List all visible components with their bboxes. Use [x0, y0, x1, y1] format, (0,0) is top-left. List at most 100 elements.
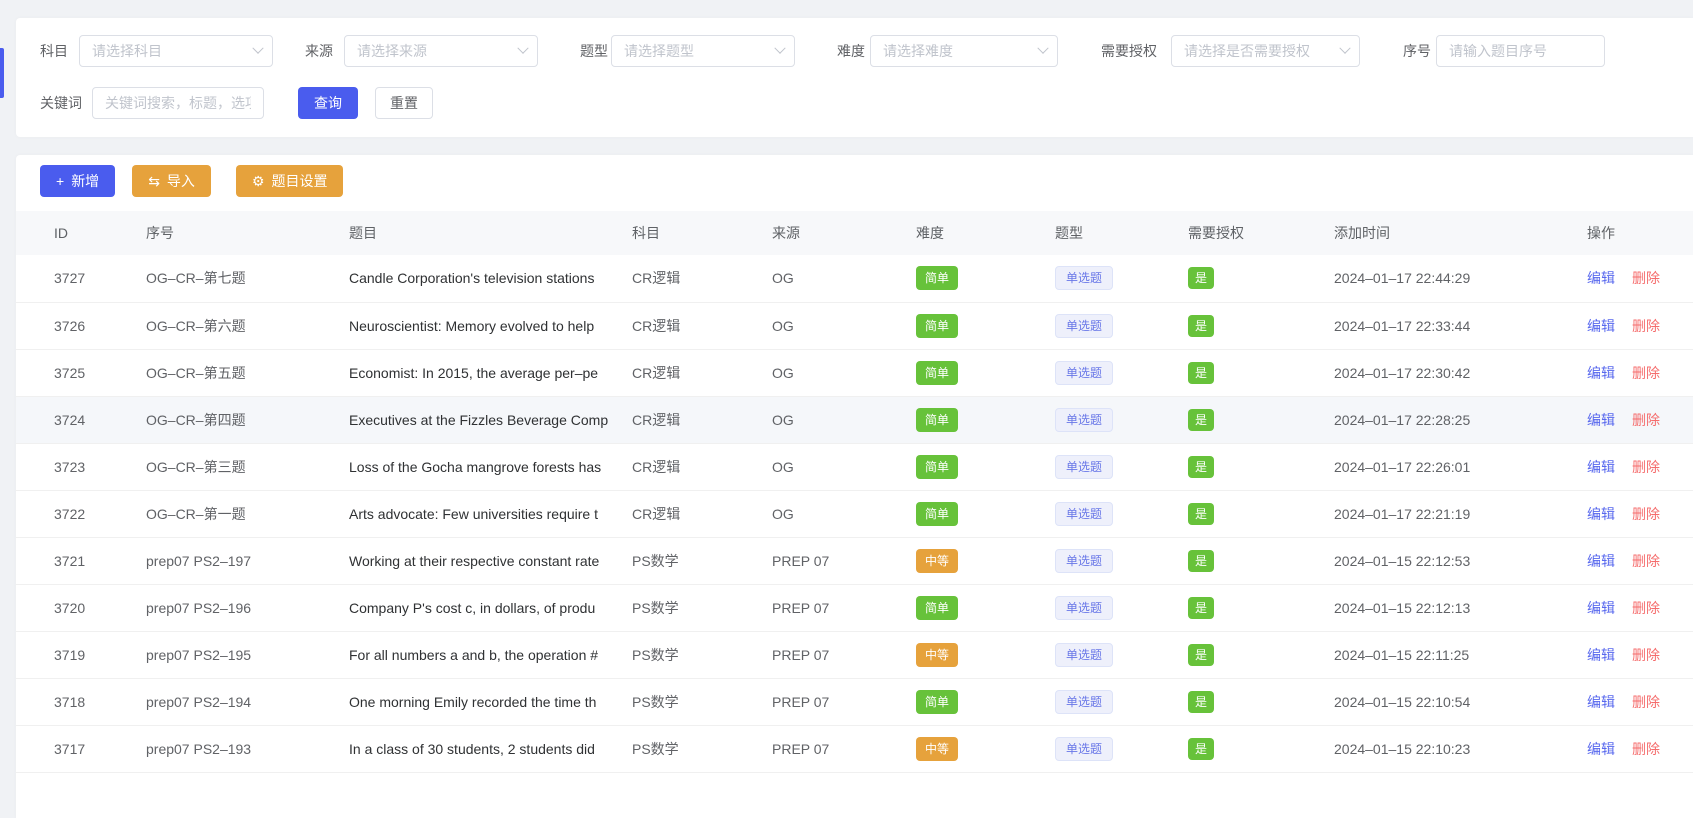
cell-difficulty: 中等	[916, 537, 1055, 584]
keyword-input[interactable]	[92, 87, 264, 119]
cell-source-cell: PREP 07	[772, 537, 916, 584]
question-type-badge: 单选题	[1055, 266, 1113, 290]
edit-link[interactable]: 编辑	[1587, 270, 1615, 286]
delete-link[interactable]: 删除	[1632, 318, 1660, 334]
cell-difficulty: 简单	[916, 255, 1055, 302]
cell-need-auth: 是	[1188, 302, 1334, 349]
edit-link[interactable]: 编辑	[1587, 694, 1615, 710]
cell-question-type: 单选题	[1055, 631, 1188, 678]
cell-need-auth: 是	[1188, 725, 1334, 772]
cell-serial-cell: OG–CR–第一题	[146, 490, 349, 537]
table-row: 3726OG–CR–第六题Neuroscientist: Memory evol…	[16, 302, 1693, 349]
cell-subject: PS数学	[632, 553, 679, 569]
cell-serial-cell: prep07 PS2–197	[146, 537, 349, 584]
table-row: 3727OG–CR–第七题Candle Corporation's televi…	[16, 255, 1693, 302]
cell-difficulty: 简单	[916, 396, 1055, 443]
difficulty-badge: 简单	[916, 314, 958, 338]
edit-link[interactable]: 编辑	[1587, 647, 1615, 663]
auth-badge: 是	[1188, 503, 1214, 525]
reset-button[interactable]: 重置	[375, 87, 433, 119]
delete-link[interactable]: 删除	[1632, 270, 1660, 286]
cell-id-cell: 3722	[16, 490, 146, 537]
edit-link[interactable]: 编辑	[1587, 318, 1615, 334]
delete-link[interactable]: 删除	[1632, 506, 1660, 522]
chevron-down-icon	[252, 43, 263, 54]
cell-title-cell: Arts advocate: Few universities require …	[349, 490, 632, 537]
cell-added-time-cell: 2024–01–15 22:12:13	[1334, 584, 1587, 631]
cell-title: Arts advocate: Few universities require …	[349, 506, 598, 522]
cell-subject-cell: PS数学	[632, 725, 772, 772]
delete-link[interactable]: 删除	[1632, 600, 1660, 616]
cell-subject: CR逻辑	[632, 459, 680, 475]
cell-actions: 编辑 删除	[1587, 302, 1693, 349]
cell-source: OG	[772, 318, 794, 334]
cell-added-time: 2024–01–17 22:28:25	[1334, 412, 1470, 428]
cell-subject-cell: CR逻辑	[632, 302, 772, 349]
delete-link[interactable]: 删除	[1632, 741, 1660, 757]
add-button[interactable]: + 新增	[40, 165, 115, 197]
delete-link[interactable]: 删除	[1632, 365, 1660, 381]
edit-link[interactable]: 编辑	[1587, 600, 1615, 616]
question-settings-button[interactable]: ⚙ 题目设置	[236, 165, 344, 197]
difficulty-badge: 简单	[916, 596, 958, 620]
cell-serial-cell: OG–CR–第三题	[146, 443, 349, 490]
auth-badge: 是	[1188, 409, 1214, 431]
need-auth-select[interactable]: 请选择是否需要授权	[1171, 35, 1360, 67]
subject-select-placeholder: 请选择科目	[92, 41, 162, 61]
cell-id: 3717	[54, 741, 85, 757]
delete-link[interactable]: 删除	[1632, 553, 1660, 569]
edit-link[interactable]: 编辑	[1587, 506, 1615, 522]
cell-subject: CR逻辑	[632, 318, 680, 334]
cell-title-cell: Executives at the Fizzles Beverage Comp	[349, 396, 632, 443]
cell-id: 3727	[54, 270, 85, 286]
cell-added-time-cell: 2024–01–15 22:10:23	[1334, 725, 1587, 772]
edit-link[interactable]: 编辑	[1587, 553, 1615, 569]
chevron-down-icon	[517, 43, 528, 54]
column-header: 添加时间	[1334, 211, 1587, 255]
cell-source-cell: PREP 07	[772, 678, 916, 725]
column-header: 来源	[772, 211, 916, 255]
column-header: 题型	[1055, 211, 1188, 255]
cell-added-time: 2024–01–15 22:11:25	[1334, 647, 1469, 663]
cell-source: PREP 07	[772, 694, 829, 710]
cell-subject-cell: CR逻辑	[632, 349, 772, 396]
delete-link[interactable]: 删除	[1632, 459, 1660, 475]
cell-need-auth: 是	[1188, 349, 1334, 396]
filter-panel: 科目 请选择科目 来源 请选择来源 题型 请选择题型 难度 请选择难度 需要授权…	[16, 18, 1693, 137]
subject-select[interactable]: 请选择科目	[79, 35, 273, 67]
cell-added-time: 2024–01–15 22:10:23	[1334, 741, 1470, 757]
difficulty-select[interactable]: 请选择难度	[870, 35, 1058, 67]
difficulty-badge: 简单	[916, 502, 958, 526]
cell-id: 3723	[54, 459, 85, 475]
question-type-select-placeholder: 请选择题型	[624, 41, 694, 61]
delete-link[interactable]: 删除	[1632, 647, 1660, 663]
import-button[interactable]: ⇆ 导入	[132, 165, 211, 197]
cell-need-auth: 是	[1188, 631, 1334, 678]
cell-subject: PS数学	[632, 600, 679, 616]
edit-link[interactable]: 编辑	[1587, 365, 1615, 381]
cell-subject: PS数学	[632, 647, 679, 663]
source-select[interactable]: 请选择来源	[344, 35, 538, 67]
query-button[interactable]: 查询	[298, 87, 358, 119]
serial-input[interactable]	[1436, 35, 1605, 67]
edit-link[interactable]: 编辑	[1587, 741, 1615, 757]
difficulty-badge: 简单	[916, 266, 958, 290]
cell-serial: OG–CR–第一题	[146, 506, 246, 522]
cell-serial-cell: OG–CR–第六题	[146, 302, 349, 349]
question-type-badge: 单选题	[1055, 361, 1113, 385]
cell-title: Executives at the Fizzles Beverage Comp	[349, 412, 608, 428]
questions-table: ID序号题目科目来源难度题型需要授权添加时间操作 3727OG–CR–第七题Ca…	[16, 211, 1693, 773]
cell-id: 3719	[54, 647, 85, 663]
cell-source: PREP 07	[772, 600, 829, 616]
cell-source: OG	[772, 459, 794, 475]
question-type-select[interactable]: 请选择题型	[611, 35, 795, 67]
edit-link[interactable]: 编辑	[1587, 412, 1615, 428]
import-arrows-icon: ⇆	[148, 174, 160, 188]
cell-id: 3720	[54, 600, 85, 616]
delete-link[interactable]: 删除	[1632, 694, 1660, 710]
edit-link[interactable]: 编辑	[1587, 459, 1615, 475]
delete-link[interactable]: 删除	[1632, 412, 1660, 428]
cell-title: For all numbers a and b, the operation #	[349, 647, 598, 663]
cell-difficulty: 简单	[916, 678, 1055, 725]
cell-source-cell: PREP 07	[772, 725, 916, 772]
